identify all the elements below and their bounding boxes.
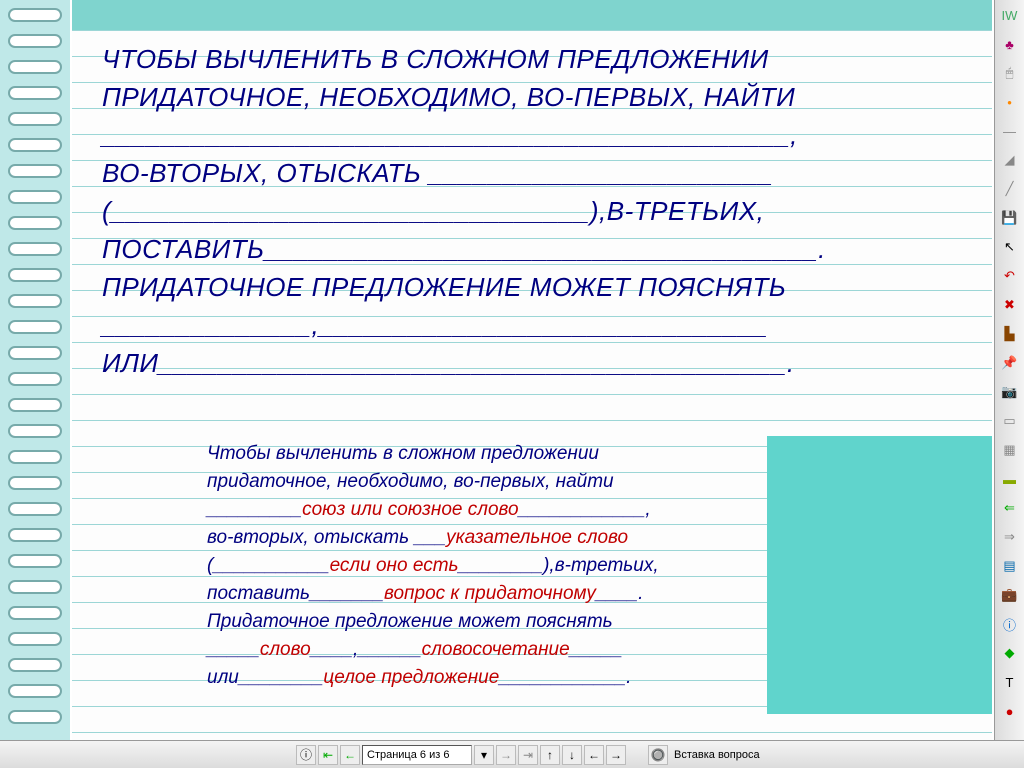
line-icon[interactable]: —: [996, 117, 1024, 145]
info-icon[interactable]: ⓘ: [996, 610, 1024, 638]
case-icon[interactable]: 💼: [996, 581, 1024, 609]
ans-fill: словосочетание: [422, 639, 570, 660]
iw-icon[interactable]: IW: [996, 1, 1024, 29]
text-line: во-вторых, отыскать: [102, 158, 429, 188]
blank-field: ______________________________: [319, 310, 768, 340]
dropdown-button[interactable]: ▾: [474, 745, 494, 765]
header-band: [72, 0, 992, 30]
undo-icon[interactable]: ↶: [996, 262, 1024, 290]
last-page-button[interactable]: ⇥: [518, 745, 538, 765]
text-line: или: [102, 348, 159, 378]
pointer-icon[interactable]: ↖: [996, 233, 1024, 261]
ans-line: ),в-третьих,: [543, 555, 659, 576]
text-line: Придаточное предложение может пояснять: [102, 272, 786, 302]
text-line: придаточное, необходимо, во-первых, найт…: [102, 82, 795, 112]
main-area: Чтобы вычленить в сложном предложении пр…: [0, 0, 994, 740]
ans-fill: целое предложение: [323, 667, 499, 688]
tag-icon[interactable]: T: [996, 668, 1024, 696]
grid-icon[interactable]: ▦: [996, 436, 1024, 464]
nav-left-button[interactable]: ←: [584, 745, 604, 765]
first-page-button[interactable]: ⇤: [318, 745, 338, 765]
blank-field: ________________________________________…: [102, 120, 798, 150]
insert-question-label: Вставка вопроса: [670, 749, 764, 761]
ans-fill: вопрос к придаточному: [384, 583, 596, 604]
text-line: Чтобы вычленить в сложном предложении: [102, 44, 769, 74]
left-icon[interactable]: ⇐: [996, 494, 1024, 522]
text-line: (: [102, 196, 111, 226]
stamp-icon[interactable]: ▙: [996, 320, 1024, 348]
page-number-input[interactable]: [362, 745, 472, 765]
ans-line: или: [207, 667, 239, 688]
blank-field: _____________________________________.: [265, 234, 826, 264]
info-icon[interactable]: ⓘ: [296, 745, 316, 765]
nav-up-button[interactable]: ↑: [540, 745, 560, 765]
ans-fill: слово: [260, 639, 311, 660]
right-icon[interactable]: ⇒: [996, 523, 1024, 551]
text-line: поставить: [102, 234, 265, 264]
ans-fill: союз или союзное слово: [302, 499, 519, 520]
blank-field: _______________________: [429, 158, 773, 188]
slash-icon[interactable]: ╱: [996, 175, 1024, 203]
ans-fill: указательное слово: [446, 527, 628, 548]
statusbar: ⓘ ⇤ ← ▾ → ⇥ ↑ ↓ ← → 🔘 Вставка вопроса: [0, 740, 1024, 768]
delete-icon[interactable]: ✖: [996, 291, 1024, 319]
blank-field: ________________________________________…: [159, 348, 795, 378]
prev-page-button[interactable]: ←: [340, 745, 360, 765]
main-text-block: Чтобы вычленить в сложном предложении пр…: [102, 40, 972, 382]
toolbar-right: IW♣🖱•—◢╱💾↖↶✖▙📌📷▭▦▬⇐⇒▤💼ⓘ◆T●: [994, 0, 1024, 740]
dot-icon[interactable]: •: [996, 88, 1024, 116]
floppy-icon[interactable]: 💾: [996, 204, 1024, 232]
ans-line: Придаточное предложение может пояснять: [207, 608, 847, 636]
blank-field: ______________: [102, 310, 311, 340]
camera-icon[interactable]: 📷: [996, 378, 1024, 406]
blank-field: ________________________________: [111, 196, 590, 226]
ans-line: во-вторых, отыскать: [207, 527, 414, 548]
reddot-icon[interactable]: ●: [996, 697, 1024, 725]
greenbox-icon[interactable]: ◆: [996, 639, 1024, 667]
ans-line: Чтобы вычленить в сложном предложении: [207, 440, 847, 468]
answer-block: Чтобы вычленить в сложном предложении пр…: [207, 440, 847, 692]
shape-icon[interactable]: ◢: [996, 146, 1024, 174]
insert-question-icon[interactable]: 🔘: [648, 745, 668, 765]
rect-icon[interactable]: ▬: [996, 465, 1024, 493]
bulb-icon[interactable]: ♣: [996, 30, 1024, 58]
box-icon[interactable]: ▭: [996, 407, 1024, 435]
mouse-icon[interactable]: 🖱: [996, 59, 1024, 87]
ans-fill: если оно есть: [330, 555, 459, 576]
nav-right-button[interactable]: →: [606, 745, 626, 765]
page-content: Чтобы вычленить в сложном предложении пр…: [72, 0, 992, 740]
text-line: ),в-третьих,: [590, 196, 764, 226]
nav-down-button[interactable]: ↓: [562, 745, 582, 765]
ans-line: придаточное, необходимо, во-первых, найт…: [207, 468, 847, 496]
ans-line: поставить: [207, 583, 310, 604]
notebook-binding: [0, 0, 70, 740]
table-icon[interactable]: ▤: [996, 552, 1024, 580]
pin-icon[interactable]: 📌: [996, 349, 1024, 377]
next-page-button[interactable]: →: [496, 745, 516, 765]
